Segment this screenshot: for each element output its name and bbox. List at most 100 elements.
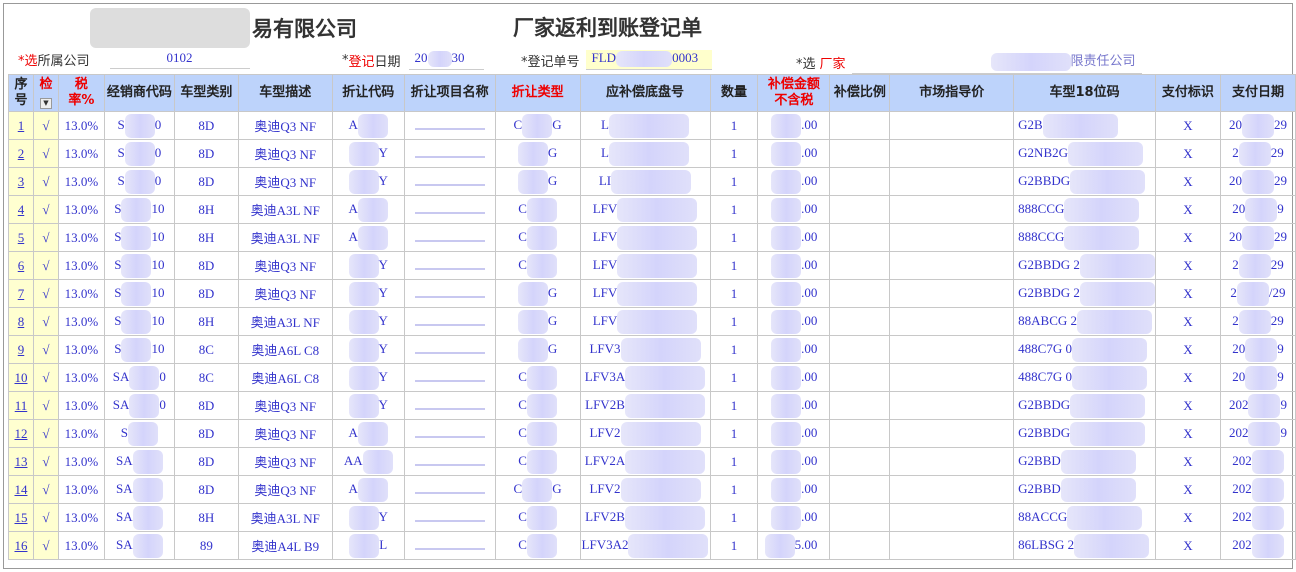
table-row[interactable]: 4 √ 13.0% S 10 8H 奥迪A3L NF A C LFV 1.00 888CCG X 20 9 [8,195,1296,224]
discount-item-name [403,251,496,280]
illegible-text [414,295,485,298]
row-number-link[interactable]: 13 [14,454,27,469]
column-header-label: 支付标识 [1161,85,1214,100]
discount-type: C [494,419,581,448]
discount-type: C [494,391,581,420]
table-row[interactable]: 13 √ 13.0% SA 8D 奥迪Q3 NF AA C LFV2A 1.00 G2BBD X 202 [8,447,1296,476]
market-price [889,279,1015,308]
redacted-block [1248,421,1281,446]
ratio [829,195,891,224]
discount-item-name [403,419,496,448]
discount-item-name [403,223,496,252]
pay-flag: X [1154,419,1221,448]
table-row[interactable]: 7 √ 13.0% S 10 8D 奥迪Q3 NF Y G LFV 1.00 G2BBDG 2 X 2/2… [8,279,1296,308]
redacted-block [348,393,379,418]
number-field[interactable]: *登记单号 FLD 0003 [521,50,712,71]
tax-rate: 13.0% [57,419,105,448]
table-row[interactable]: 8 √ 13.0% S 10 8H 奥迪A3L NF Y G LFV 1.00 88ABCG 2X22… [8,307,1296,336]
redacted-block [124,113,155,138]
table-row[interactable]: 5 √ 13.0% S 10 8H 奥迪A3L NF A C LFV 1.00 888CCG X 20 29 [8,223,1296,252]
redacted-block [620,337,701,362]
illegible-text [414,267,485,270]
row-number-link[interactable]: 8 [18,314,25,329]
chassis-number: LI [579,167,711,196]
redacted-block [427,51,452,68]
tax-rate: 13.0% [57,475,105,504]
model-desc: 奥迪A4L B9 [237,531,333,560]
table-row[interactable]: 6 √ 13.0% S 10 8D 奥迪Q3 NF Y C LFV 1.00 G2BBDG 2 X 2 29 [8,251,1296,280]
discount-code: AA [331,447,405,476]
row-number-link[interactable]: 6 [18,258,25,273]
pay-flag: X [1154,503,1221,532]
check-mark: √ [32,531,59,560]
table-row[interactable]: 9 √ 13.0% S 10 8C 奥迪A6L C8 Y G LFV3 1.00 488C7G 0X2… [8,335,1296,364]
table-row[interactable]: 2 √ 13.0% S 0 8D 奥迪Q3 NF Y G L 1.00 G2NB2G X 2 29 [8,139,1296,168]
chassis-number: LFV [579,195,711,224]
redacted-block [771,449,802,474]
discount-code: Y [331,363,405,392]
table-row[interactable]: 10 √ 13.0% SA 0 8C 奥迪A6L C8 Y C LFV3A 1.00 488C7G 0… [8,363,1296,392]
vendor-value[interactable]: 限责任公司 [1071,53,1136,68]
table-row[interactable]: 11 √ 13.0% SA 0 8D 奥迪Q3 NF Y C LFV2B 1.00 G2BBDG X 20… [8,391,1296,420]
row-number-link[interactable]: 10 [14,370,27,385]
chassis-number: LFV3A [579,363,711,392]
row-number-link[interactable]: 2 [18,146,25,161]
number-value-end[interactable]: 0003 [672,50,698,65]
company-field[interactable]: *选 所属公司 0102 [18,50,250,69]
dealer-code: S 10 [103,195,175,224]
date-value-start[interactable]: 20 [415,50,428,65]
number-value-start[interactable]: FLD [592,50,617,65]
column-header-label: 税率% [68,77,95,108]
row-number-link[interactable]: 15 [14,510,27,525]
check-mark: √ [32,195,59,224]
rebate-table: 序号检 ▼ 税率% 经销商代码 车型类别 车型描述 折让代码 折让项目名称 折让类型 应补偿底盘号… [8,74,1296,560]
date-field[interactable]: * 登记 日期 20 30 [342,50,484,71]
model-desc: 奥迪A3L NF [237,307,333,336]
row-number-link[interactable]: 5 [18,230,25,245]
date-value-end[interactable]: 30 [452,50,465,65]
model-category: 8C [173,335,239,364]
column-header-label: 折让代码 [342,85,395,100]
redacted-block [1077,309,1153,334]
filter-dropdown-icon[interactable]: ▼ [39,98,52,109]
redacted-block [771,141,802,166]
column-header[interactable]: 检 ▼ [32,74,59,112]
row-number-link[interactable]: 4 [18,202,25,217]
table-row[interactable]: 3 √ 13.0% S 0 8D 奥迪Q3 NF Y G LI 1.00 G2BBDG X 20 29 [8,167,1296,196]
redacted-block [357,421,388,446]
row-number-link[interactable]: 16 [14,538,27,553]
vendor-field[interactable]: *选 厂家 限责任公司 [796,50,1142,75]
row-number-link[interactable]: 11 [15,398,28,413]
chassis-number: LFV2B [579,391,711,420]
row-number-link[interactable]: 12 [14,426,27,441]
table-row[interactable]: 12 √ 13.0% S 8D 奥迪Q3 NF A C LFV2 1.00 G2BBDG X 202 9 [8,419,1296,448]
check-mark: √ [32,251,59,280]
table-row[interactable]: 15 √ 13.0% SA 8H 奥迪A3L NF Y C LFV2B 1.00 88ACCG X 20… [8,503,1296,532]
row-number-link[interactable]: 1 [18,118,25,133]
table-row[interactable]: 16 √ 13.0% SA 89 奥迪A4L B9 L C LFV3A2 1 5.00 86LBSG … [8,531,1296,560]
discount-type: G [494,279,581,308]
discount-item-name [403,279,496,308]
redacted-block [771,309,802,334]
discount-code: Y [331,139,405,168]
row-number-link[interactable]: 3 [18,174,25,189]
row-number-link[interactable]: 7 [18,286,25,301]
quantity: 1 [709,139,759,168]
illegible-text [414,435,485,438]
table-row[interactable]: 1 √ 13.0% S 0 8D 奥迪Q3 NF A C G L 1.00 G2B X 20 29 [8,111,1296,140]
redacted-block [357,113,388,138]
row-number: 13 [8,447,34,476]
redacted-block [617,309,698,334]
redacted-block [526,197,557,222]
redacted-block [620,421,701,446]
redacted-block [617,197,698,222]
quantity: 1 [709,475,759,504]
redacted-block [522,113,553,138]
discount-code: A [331,419,405,448]
row-number-link[interactable]: 9 [18,342,25,357]
dealer-code: S0 [103,111,175,140]
row-number-link[interactable]: 14 [14,482,27,497]
table-row[interactable]: 14 √ 13.0% SA 8D 奥迪Q3 NF A C G LFV2 1.00 G2BBD X 202 [8,475,1296,504]
amount: .00 [757,363,831,392]
company-value[interactable]: 0102 [109,50,250,69]
